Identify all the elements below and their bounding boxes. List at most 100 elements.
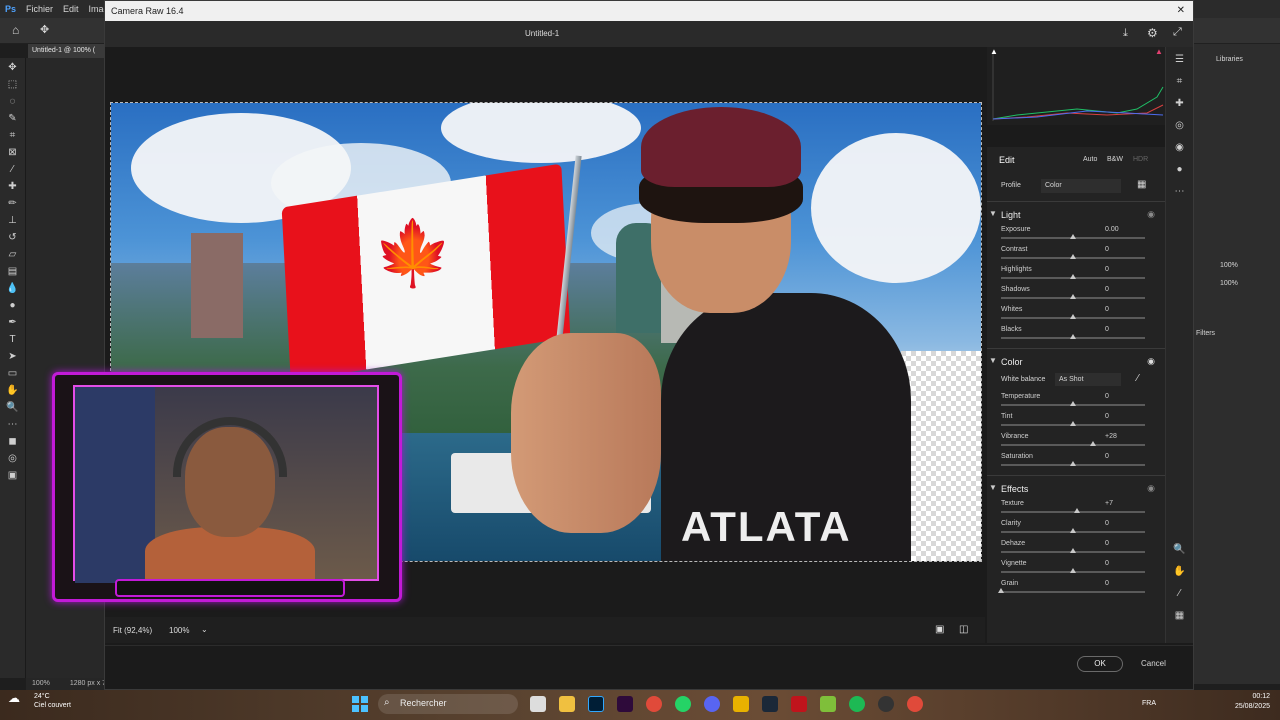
slider-blacks[interactable]: Blacks 0 [987,324,1165,344]
slider-thumb[interactable] [1090,441,1096,446]
slider-thumb[interactable] [1074,508,1080,513]
slider-contrast[interactable]: Contrast 0 [987,244,1165,264]
slider-thumb[interactable] [1070,234,1076,239]
slider-clarity[interactable]: Clarity 0 [987,518,1165,538]
photoshop-icon[interactable] [588,696,604,712]
language-indicator[interactable]: FRA [1142,700,1156,707]
slider-vibrance[interactable]: Vibrance +28 [987,431,1165,451]
taskbar-search[interactable]: ⌕ Rechercher [378,694,518,714]
spotify-icon[interactable] [849,696,865,712]
hdr-button[interactable]: HDR [1133,156,1148,163]
slider-value[interactable]: 0 [1105,246,1129,253]
sampler-icon[interactable]: ⁄ [1173,587,1187,601]
profile-browser-icon[interactable]: ▦ [1137,179,1146,190]
slider-thumb[interactable] [1070,548,1076,553]
history-brush-icon[interactable]: ↺ [5,232,21,244]
crop-icon[interactable]: ⌗ [1173,75,1187,89]
ps-logo[interactable]: Ps [0,4,21,14]
obs-icon[interactable] [878,696,894,712]
blur-icon[interactable]: 💧 [5,283,21,295]
slider-thumb[interactable] [1070,294,1076,299]
gear-icon[interactable]: ⚙ [1147,26,1158,40]
zoom-icon[interactable]: 🔍 [5,402,21,414]
slider-value[interactable]: 0.00 [1105,226,1129,233]
slider-value[interactable]: 0 [1105,580,1129,587]
lasso-icon[interactable]: ◌ [5,96,21,108]
eyedropper-icon[interactable]: ⁄ [1137,373,1139,384]
move-icon[interactable]: ✥ [5,62,21,74]
app-v-icon[interactable] [820,696,836,712]
eye-icon[interactable]: ◉ [1147,483,1155,494]
bw-button[interactable]: B&W [1107,156,1123,163]
hand-icon[interactable]: ✋ [1173,565,1187,579]
move-tool-icon[interactable]: ✥ [40,23,49,36]
libraries-label[interactable]: Libraries [1216,56,1243,63]
red-eye-icon[interactable]: ◉ [1173,141,1187,155]
app-r-icon[interactable] [733,696,749,712]
slider-thumb[interactable] [1070,274,1076,279]
edit-sliders-icon[interactable]: ☰ [1173,53,1187,67]
slider-value[interactable]: 0 [1105,560,1129,567]
healing-icon[interactable]: ✚ [1173,97,1187,111]
profile-select[interactable]: Color [1041,179,1121,193]
shape-icon[interactable]: ▭ [5,368,21,380]
zoom-100-button[interactable]: 100% [169,626,189,635]
document-tab[interactable]: Untitled-1 @ 100% ( [28,44,108,58]
windows-start-icon[interactable] [352,696,368,712]
slider-value[interactable]: 0 [1105,453,1129,460]
compare-view-icon[interactable]: ◫ [959,624,968,635]
slider-value[interactable]: 0 [1105,266,1129,273]
slider-exposure[interactable]: Exposure 0.00 [987,224,1165,244]
hand-icon[interactable]: ✋ [5,385,21,397]
path-select-icon[interactable]: ➤ [5,351,21,363]
marquee-icon[interactable]: ⬚ [5,79,21,91]
slider-thumb[interactable] [1070,568,1076,573]
weather-widget[interactable]: ☁ 24°C Ciel couvert [8,692,71,710]
slider-track[interactable] [1001,591,1145,593]
light-section-header[interactable]: ▼ Light ◉ [987,206,1165,224]
slider-highlights[interactable]: Highlights 0 [987,264,1165,284]
slider-thumb[interactable] [1070,314,1076,319]
whatsapp-icon[interactable] [675,696,691,712]
app-icon[interactable] [530,696,546,712]
slider-thumb[interactable] [1070,254,1076,259]
fit-zoom-button[interactable]: Fit (92,4%) [113,626,152,635]
status-zoom[interactable]: 100% [32,680,50,687]
slider-whites[interactable]: Whites 0 [987,304,1165,324]
pen-icon[interactable]: ✒ [5,317,21,329]
crop-icon[interactable]: ⌗ [5,130,21,142]
slider-value[interactable]: 0 [1105,540,1129,547]
zoom-icon[interactable]: 🔍 [1173,543,1187,557]
close-icon[interactable]: ✕ [1177,5,1185,16]
menu-file[interactable]: Fichier [21,4,58,14]
cancel-button[interactable]: Cancel [1141,659,1166,668]
slider-dehaze[interactable]: Dehaze 0 [987,538,1165,558]
opacity-value[interactable]: 100% [1220,262,1238,269]
premiere-icon[interactable] [617,696,633,712]
slider-value[interactable]: +28 [1105,433,1129,440]
slider-shadows[interactable]: Shadows 0 [987,284,1165,304]
quick-select-icon[interactable]: ✎ [5,113,21,125]
single-view-icon[interactable]: ▣ [935,624,944,635]
slider-vignette[interactable]: Vignette 0 [987,558,1165,578]
taskbar-clock[interactable]: 00:12 25/08/2025 [1222,692,1270,712]
ok-button[interactable]: OK [1077,656,1123,672]
slider-temperature[interactable]: Temperature 0 [987,391,1165,411]
slider-value[interactable]: +7 [1105,500,1129,507]
auto-button[interactable]: Auto [1083,156,1097,163]
stamp-icon[interactable]: ⊥ [5,215,21,227]
slider-value[interactable]: 0 [1105,286,1129,293]
save-icon[interactable]: ⤓ [1123,27,1128,40]
chrome-icon[interactable] [907,696,923,712]
slider-track[interactable] [1001,444,1145,446]
slider-thumb[interactable] [1070,334,1076,339]
menu-edit[interactable]: Edit [58,4,84,14]
chevron-down-icon[interactable]: ⌄ [201,625,208,634]
slider-value[interactable]: 0 [1105,413,1129,420]
slider-thumb[interactable] [1070,528,1076,533]
slider-track[interactable] [1001,511,1145,513]
slider-value[interactable]: 0 [1105,306,1129,313]
slider-texture[interactable]: Texture +7 [987,498,1165,518]
more-icon[interactable]: ⋯ [1173,185,1187,199]
fullscreen-icon[interactable]: ⤢ [1173,26,1182,39]
